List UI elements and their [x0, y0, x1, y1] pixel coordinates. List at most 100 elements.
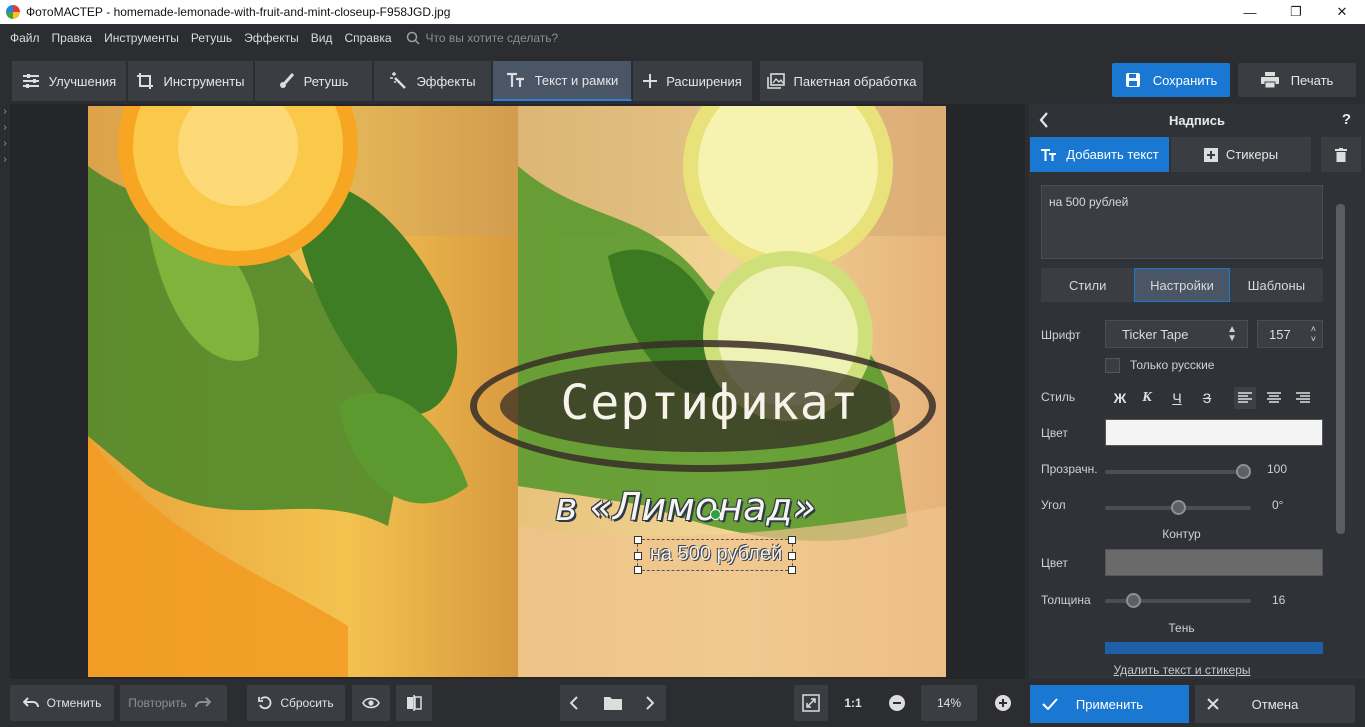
command-search[interactable]: Что вы хотите сделать?	[406, 31, 558, 45]
subtab-templates[interactable]: Шаблоны	[1230, 268, 1323, 302]
font-size-stepper[interactable]: 157 ˄ ˅	[1257, 320, 1323, 348]
shadow-color-swatch[interactable]	[1105, 642, 1323, 654]
app-window: ФотоМАСТЕР - homemade-lemonade-with-frui…	[0, 0, 1365, 727]
underline-button[interactable]: Ч	[1166, 387, 1188, 409]
resize-handle[interactable]	[634, 552, 642, 560]
fit-screen-button[interactable]	[794, 685, 828, 721]
tab-label: Инструменты	[163, 73, 245, 89]
certificate-badge[interactable]: Сертификат	[470, 340, 940, 472]
stickers-button[interactable]: Стикеры	[1171, 137, 1311, 172]
apply-button[interactable]: Применить	[1030, 685, 1189, 723]
cancel-button[interactable]: Отмена	[1195, 685, 1355, 723]
compare-button[interactable]	[396, 685, 432, 721]
panel-header: Надпись ?	[1029, 104, 1365, 137]
preview-button[interactable]	[352, 685, 390, 721]
save-label: Сохранить	[1152, 72, 1218, 88]
delete-all-link[interactable]: Удалить текст и стикеры	[1029, 663, 1335, 677]
caption-text-input[interactable]: на 500 рублей	[1041, 185, 1323, 259]
menu-file[interactable]: Файл	[4, 31, 46, 45]
search-icon	[406, 31, 420, 45]
subtab-styles[interactable]: Стили	[1041, 268, 1134, 302]
resize-handle[interactable]	[634, 536, 642, 544]
color-label: Цвет	[1041, 426, 1068, 440]
zoom-in-button[interactable]	[986, 685, 1020, 721]
chevron-right-icon: ›	[3, 122, 7, 133]
stepper-arrows-icon[interactable]: ˄ ˅	[1311, 324, 1316, 344]
menu-bar: Файл Правка Инструменты Ретушь Эффекты В…	[0, 24, 1365, 51]
magic-wand-icon	[390, 72, 407, 89]
save-button[interactable]: Сохранить	[1112, 63, 1230, 97]
angle-slider[interactable]	[1105, 500, 1251, 515]
print-button[interactable]: Печать	[1238, 63, 1356, 97]
align-left-button[interactable]	[1234, 387, 1256, 409]
minimize-icon[interactable]: —	[1227, 0, 1273, 24]
slider-knob[interactable]	[1125, 593, 1141, 608]
contour-color-swatch[interactable]	[1105, 549, 1323, 576]
menu-view[interactable]: Вид	[305, 31, 339, 45]
text-color-swatch[interactable]	[1105, 419, 1323, 446]
bold-button[interactable]: Ж	[1109, 387, 1131, 409]
maximize-icon[interactable]: ❐	[1273, 0, 1319, 24]
plus-circle-icon	[995, 695, 1011, 711]
left-collapse-strip[interactable]: › › › ›	[0, 104, 10, 679]
ratio-1-1-button[interactable]: 1:1	[836, 685, 870, 721]
tab-label: Пакетная обработка	[793, 73, 917, 89]
resize-handle[interactable]	[788, 536, 796, 544]
lemonade-caption[interactable]: в «Лимонад»	[555, 485, 816, 529]
next-arrow-icon[interactable]	[646, 696, 662, 713]
zoom-level[interactable]: 14%	[921, 685, 977, 721]
text-icon	[1041, 148, 1057, 161]
tab-effects[interactable]: Эффекты	[374, 61, 492, 101]
scroll-thumb[interactable]	[1336, 204, 1345, 534]
thickness-label: Толщина	[1041, 593, 1091, 607]
only-russian-checkbox[interactable]	[1105, 358, 1120, 373]
slider-knob[interactable]	[1236, 464, 1251, 479]
redo-label: Повторить	[128, 696, 187, 710]
resize-handle[interactable]	[788, 566, 796, 574]
updown-icon: ▲ ▼	[1227, 324, 1237, 344]
redo-button[interactable]: Повторить	[120, 685, 227, 721]
thickness-slider[interactable]	[1105, 593, 1251, 608]
align-right-button[interactable]	[1292, 387, 1314, 409]
tab-tools[interactable]: Инструменты	[128, 61, 254, 101]
menu-help[interactable]: Справка	[338, 31, 397, 45]
tab-retouch[interactable]: Ретушь	[255, 61, 373, 101]
font-label: Шрифт	[1041, 328, 1081, 342]
help-icon[interactable]: ?	[1342, 111, 1351, 128]
tab-batch[interactable]: Пакетная обработка	[760, 61, 924, 101]
rotate-handle[interactable]	[710, 509, 721, 520]
opacity-slider[interactable]	[1105, 464, 1251, 479]
back-arrow-icon[interactable]	[1039, 112, 1049, 131]
subtab-settings[interactable]: Настройки	[1134, 268, 1230, 302]
tab-extensions[interactable]: Расширения	[633, 61, 753, 101]
tab-text-frames[interactable]: Текст и рамки	[493, 61, 632, 101]
add-text-button[interactable]: Добавить текст	[1030, 137, 1169, 172]
menu-tools[interactable]: Инструменты	[98, 31, 185, 45]
app-logo-icon	[6, 5, 20, 19]
prev-arrow-icon[interactable]	[569, 696, 586, 713]
italic-button[interactable]: К	[1136, 387, 1158, 409]
slider-knob[interactable]	[1170, 500, 1186, 515]
delete-button[interactable]	[1321, 137, 1361, 172]
window-title: ФотоМАСТЕР - homemade-lemonade-with-frui…	[26, 5, 451, 19]
menu-retouch[interactable]: Ретушь	[185, 31, 238, 45]
floppy-icon	[1125, 73, 1140, 87]
menu-edit[interactable]: Правка	[46, 31, 99, 45]
folder-icon[interactable]	[604, 696, 630, 713]
undo-label: Отменить	[46, 696, 102, 710]
reset-button[interactable]: Сбросить	[247, 685, 345, 721]
tab-enhancements[interactable]: Улучшения	[12, 61, 127, 101]
panel-scrollbar[interactable]	[1334, 174, 1348, 654]
close-window-icon[interactable]: ✕	[1319, 0, 1365, 24]
zoom-out-button[interactable]	[880, 685, 914, 721]
tab-label: Ретушь	[303, 73, 349, 89]
strikethrough-button[interactable]: З	[1196, 387, 1218, 409]
caption-panel: Надпись ? Добавить текст Стикеры на 500 …	[1029, 104, 1365, 679]
align-center-button[interactable]	[1263, 387, 1285, 409]
selected-text-box[interactable]: на 500 рублей	[634, 509, 796, 574]
font-select[interactable]: Ticker Tape ▲ ▼	[1105, 320, 1248, 348]
resize-handle[interactable]	[788, 552, 796, 560]
menu-effects[interactable]: Эффекты	[238, 31, 305, 45]
resize-handle[interactable]	[634, 566, 642, 574]
undo-button[interactable]: Отменить	[10, 685, 114, 721]
